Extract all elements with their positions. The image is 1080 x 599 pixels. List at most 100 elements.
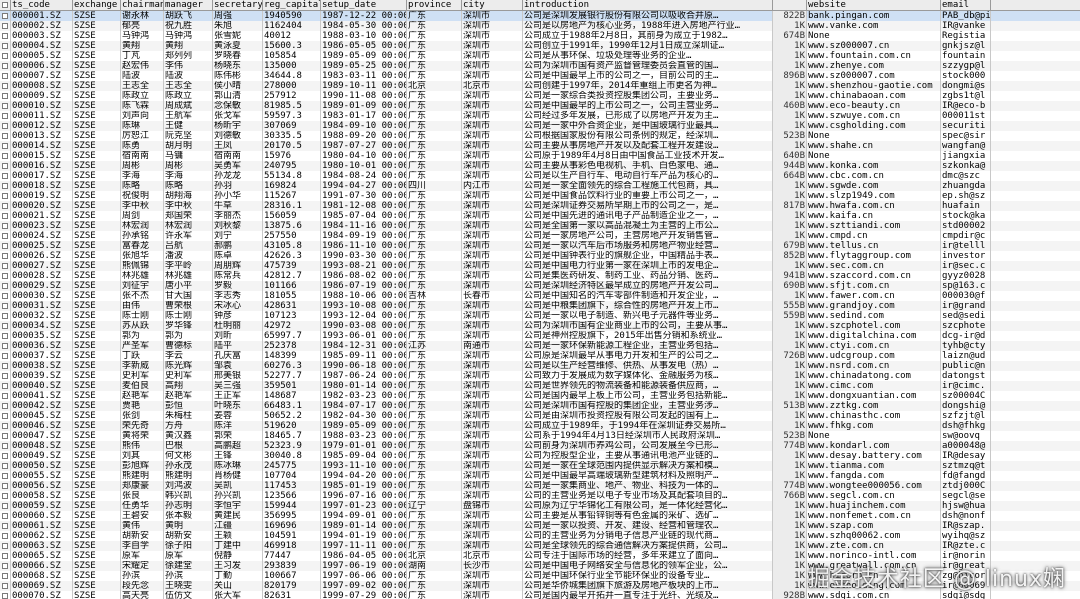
table-cell[interactable]: 广东 — [407, 441, 462, 451]
table-cell[interactable]: 陈伟彬 — [213, 71, 263, 81]
table-cell[interactable]: 马钟鸿 — [164, 31, 213, 41]
table-cell[interactable]: www.szaccord.com.cn — [807, 271, 941, 281]
table-cell[interactable]: 陈冰琳 — [213, 461, 263, 471]
table-cell[interactable]: 公司原是深圳最早从事电力开发和生产的公司之… — [523, 351, 773, 361]
table-cell[interactable]: szfzjt@l — [941, 411, 991, 421]
table-cell[interactable]: 林兆雄 — [121, 271, 164, 281]
table-cell[interactable]: 关山 — [213, 581, 263, 591]
table-cell[interactable]: 公司致力于发展成为数字媒体化、金融服务为核… — [523, 371, 773, 381]
table-cell[interactable]: 1990-06-18 00:00:00 — [321, 361, 407, 371]
table-cell[interactable]: 广东 — [407, 91, 462, 101]
table-cell[interactable]: 祝九胜 — [164, 21, 213, 31]
table-cell[interactable]: 928B — [773, 591, 807, 599]
table-cell[interactable]: 张剑 — [121, 411, 164, 421]
table-cell[interactable]: szkonka@ — [941, 161, 991, 171]
table-cell[interactable]: 陈卓 — [213, 251, 263, 261]
column-header[interactable]: setup_date — [321, 0, 407, 10]
table-cell[interactable]: 42812.7 — [263, 271, 321, 281]
table-cell[interactable]: 1999-07-29 00:00:00 — [321, 591, 407, 599]
table-row[interactable]: 000023.SZ SZSE 林宏润 林宏润 刘秋黎 13875.6 1984-11-16 … — [0, 221, 1080, 231]
table-cell[interactable]: 方舟 — [164, 421, 213, 431]
table-cell[interactable]: 深圳市 — [462, 371, 523, 381]
table-cell[interactable]: 广东 — [407, 141, 462, 151]
row-checkbox[interactable] — [0, 421, 11, 431]
table-cell[interactable]: 公司是以生产经营维修、供热、从事发电（热）… — [523, 361, 773, 371]
column-header[interactable]: city — [462, 0, 523, 10]
table-cell[interactable]: 公司是深圳证券交易所早期上市的公司之一，是… — [523, 201, 773, 211]
column-header[interactable]: secretary — [213, 0, 263, 10]
row-checkbox[interactable] — [0, 151, 11, 161]
table-cell[interactable]: 曹荣根 — [164, 301, 213, 311]
table-cell[interactable]: 深圳市 — [462, 591, 523, 599]
table-cell[interactable]: spec@sir — [941, 131, 991, 141]
table-row[interactable]: 000059.SZ SZSE 任勇华 孙志明 李恒宇 159944 1997-01-23 0… — [0, 501, 1080, 511]
table-cell[interactable]: 257912 — [263, 91, 321, 101]
table-cell[interactable]: SZSE — [73, 511, 121, 521]
table-cell[interactable]: 公司创建于1997年，2014年重组上市更名为神… — [523, 81, 773, 91]
row-checkbox[interactable] — [0, 281, 11, 291]
table-cell[interactable]: 公司专注于国际市场的经营，多年来建立了面向… — [523, 551, 773, 561]
table-cell[interactable]: 公司的主营业务是以电子专业市场及其配套项目的… — [523, 491, 773, 501]
table-cell[interactable]: 马镛 — [164, 151, 213, 161]
table-cell[interactable]: 深圳市 — [462, 271, 523, 281]
table-cell[interactable]: 黄翔 — [164, 41, 213, 51]
table-cell[interactable]: 深圳市 — [462, 71, 523, 81]
table-cell[interactable]: 000013.SZ — [11, 131, 73, 141]
table-cell[interactable]: 林宏润 — [121, 221, 164, 231]
table-cell[interactable]: 马钟鸿 — [121, 31, 164, 41]
table-cell[interactable]: 1989-05-09 00:00:00 — [321, 421, 407, 431]
table-cell[interactable]: 1989-01-14 00:00:00 — [321, 521, 407, 531]
table-cell[interactable]: 000055.SZ — [11, 471, 73, 481]
table-cell[interactable]: 广东 — [407, 521, 462, 531]
column-header[interactable]: email — [941, 0, 991, 10]
table-cell[interactable]: 000011st — [941, 111, 991, 121]
row-checkbox[interactable] — [0, 11, 11, 21]
table-cell[interactable]: www.szwuye.com.cn — [807, 111, 941, 121]
table-cell[interactable]: 公司是中国知名的汽车零部件制造和开发企业，… — [523, 291, 773, 301]
table-cell[interactable]: 张良 — [121, 491, 164, 501]
table-cell[interactable]: 公司是一家房地产公司，主营房地产开发销售管… — [523, 231, 773, 241]
table-row[interactable]: 000035.SZ SZSE 郭为 郭为 刘昕 65997.7 1993-06-01 00:… — [0, 331, 1080, 341]
row-checkbox[interactable] — [0, 121, 11, 131]
table-cell[interactable]: www.shahe.cn — [807, 141, 941, 151]
table-cell[interactable]: ir@telll — [941, 241, 991, 251]
table-cell[interactable]: 公司系于1994年4月13日经深圳市人民政府深圳… — [523, 431, 773, 441]
row-checkbox[interactable] — [0, 581, 11, 591]
table-cell[interactable]: www.shenzhou-gaotie.com — [807, 81, 941, 91]
row-checkbox[interactable] — [0, 371, 11, 381]
table-cell[interactable]: 1986-11-10 00:00:00 — [321, 241, 407, 251]
table-cell[interactable]: www.sfjt.com.cn — [807, 281, 941, 291]
table-cell[interactable]: SZSE — [73, 271, 121, 281]
table-cell[interactable]: www.wongtee000056.com — [807, 481, 941, 491]
table-cell[interactable]: 115267 — [263, 191, 321, 201]
table-cell[interactable]: www.tellus.cn — [807, 241, 941, 251]
table-cell[interactable]: 1K — [773, 501, 807, 511]
table-row[interactable]: 000040.SZ SZSE 麦伯良 高翔 吴三强 359501 1980-01-14 00… — [0, 381, 1080, 391]
table-cell[interactable]: IR@desay — [941, 451, 991, 461]
row-checkbox[interactable] — [0, 201, 11, 211]
table-row[interactable]: 000060.SZ SZSE 王碧安 张本毅 黄建民 356995 1994-09-01 0… — [0, 511, 1080, 521]
table-cell[interactable]: 黄汉鑫 — [164, 431, 213, 441]
table-cell[interactable]: 广东 — [407, 121, 462, 131]
table-cell[interactable]: www.dongxuantian.com — [807, 391, 941, 401]
table-cell[interactable]: 1985-07-04 00:00:00 — [321, 211, 407, 221]
table-cell[interactable]: SZSE — [73, 261, 121, 271]
table-cell[interactable]: huafain — [941, 201, 991, 211]
table-cell[interactable]: 黄明 — [164, 521, 213, 531]
table-cell[interactable]: SZSE — [73, 491, 121, 501]
table-cell[interactable]: 52277.7 — [263, 371, 321, 381]
table-cell[interactable]: 1984-05-30 00:00:00 — [321, 21, 407, 31]
row-checkbox[interactable] — [0, 351, 11, 361]
table-cell[interactable]: 公司是国内最早上板上市公司，主营业务包括新能… — [523, 391, 773, 401]
table-cell[interactable]: www.szap.com — [807, 521, 941, 531]
table-cell[interactable]: 000032.SZ — [11, 311, 73, 321]
table-cell[interactable]: 1984-07-17 00:00:00 — [321, 401, 407, 411]
table-cell[interactable]: 1979-01-01 00:00:00 — [321, 441, 407, 451]
table-cell[interactable]: 148399 — [263, 351, 321, 361]
column-header[interactable]: province — [407, 0, 462, 10]
table-cell[interactable]: www.sz000007.com — [807, 71, 941, 81]
table-cell[interactable]: 307069 — [263, 121, 321, 131]
table-cell[interactable]: 245775 — [263, 461, 321, 471]
table-cell[interactable]: zhuangda — [941, 181, 991, 191]
table-cell[interactable]: 黄伟 — [121, 521, 164, 531]
